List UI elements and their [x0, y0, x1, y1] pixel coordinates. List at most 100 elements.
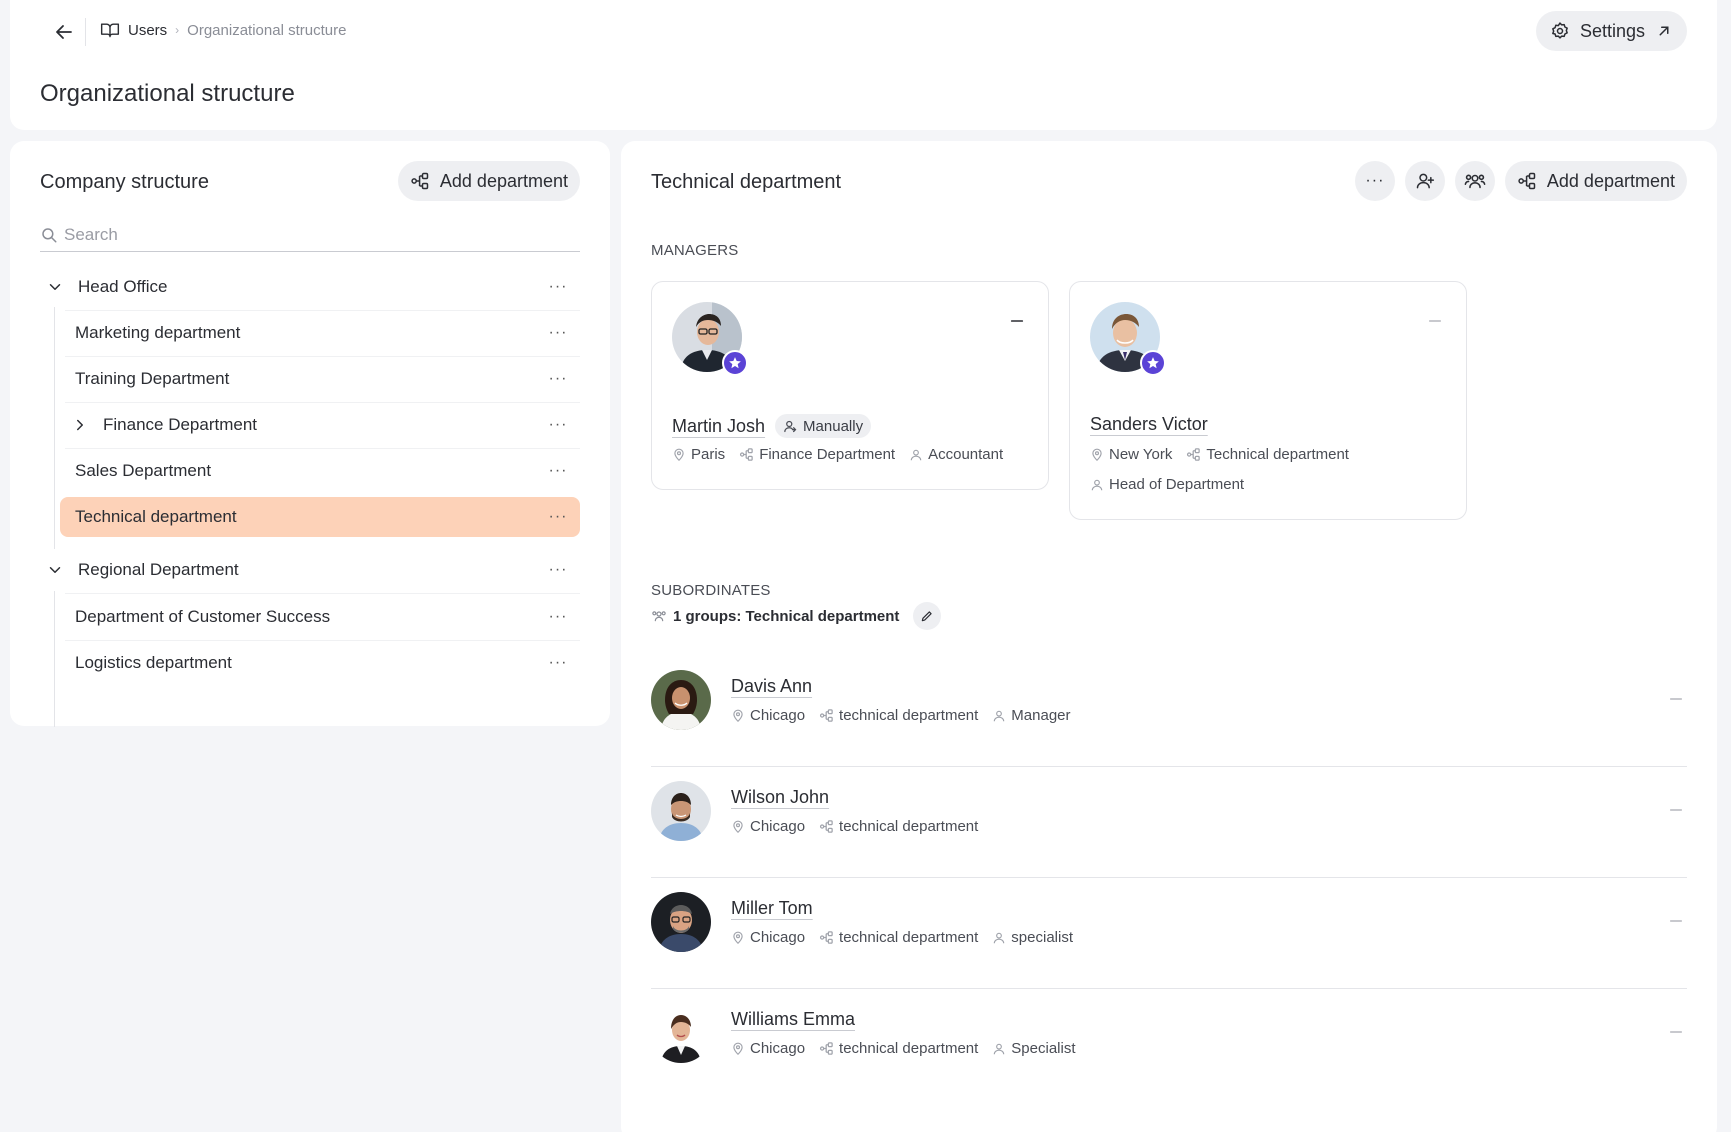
tree-item-label: Finance Department	[103, 415, 258, 434]
add-user-button[interactable]	[1404, 161, 1445, 201]
remove-subordinate-button[interactable]	[1665, 1021, 1687, 1043]
managers-label: MANAGERS	[651, 242, 739, 259]
subordinate-row: Williams Emma Chicago technical departme…	[651, 989, 1687, 1089]
location-pin-icon	[731, 1042, 745, 1056]
remove-subordinate-button[interactable]	[1665, 688, 1687, 710]
tree-item-label: Marketing department	[75, 323, 241, 342]
external-arrow-icon	[1655, 22, 1673, 40]
avatar[interactable]	[672, 302, 748, 376]
user-icon	[1090, 478, 1104, 492]
subordinate-row: Miller Tom Chicago technical department …	[651, 878, 1687, 989]
avatar[interactable]	[651, 1003, 711, 1063]
hierarchy-icon	[739, 447, 754, 462]
location-pin-icon	[1090, 448, 1104, 462]
page-header: Users › Organizational structure Organiz…	[10, 0, 1717, 130]
department: technical department	[819, 929, 978, 946]
subordinate-name[interactable]: Miller Tom	[731, 898, 1073, 919]
subordinate-name[interactable]: Wilson John	[731, 787, 978, 808]
more-icon[interactable]: ···	[546, 370, 570, 388]
user-icon	[992, 709, 1006, 723]
manager-meta: Paris Finance Department Accountant	[672, 446, 1003, 463]
avatar[interactable]	[651, 781, 711, 841]
user-icon	[992, 931, 1006, 945]
manager-name-row: Martin Josh Manually	[672, 414, 872, 438]
add-user-icon	[1415, 171, 1435, 191]
department: Finance Department	[739, 446, 895, 463]
hierarchy-icon	[1186, 447, 1201, 462]
tree-item-training[interactable]: Training Department ···	[65, 359, 580, 399]
more-options-button[interactable]: ···	[1354, 161, 1395, 201]
tree-item-customer-success[interactable]: Department of Customer Success ···	[65, 597, 580, 637]
hierarchy-icon	[819, 930, 834, 945]
location: New York	[1090, 446, 1172, 463]
chevron-down-icon[interactable]	[44, 276, 66, 298]
remove-manager-button[interactable]	[1006, 310, 1028, 332]
add-group-button[interactable]	[1454, 161, 1495, 201]
department: technical department	[819, 1040, 978, 1057]
role: specialist	[992, 929, 1073, 946]
tree-item-sales[interactable]: Sales Department ···	[65, 451, 580, 491]
tree-item-finance[interactable]: Finance Department ···	[65, 405, 580, 445]
more-icon[interactable]: ···	[546, 278, 570, 296]
settings-button[interactable]: Settings	[1535, 11, 1687, 51]
chevron-down-icon[interactable]	[44, 559, 66, 581]
more-icon[interactable]: ···	[546, 508, 570, 526]
tree-item-marketing[interactable]: Marketing department ···	[65, 313, 580, 353]
remove-manager-button[interactable]	[1424, 310, 1446, 332]
more-icon[interactable]: ···	[546, 416, 570, 434]
subordinate-info: Wilson John Chicago technical department	[731, 787, 978, 835]
city: Chicago	[750, 1040, 806, 1057]
manager-name[interactable]: Martin Josh	[672, 416, 765, 437]
location-pin-icon	[672, 448, 686, 462]
back-arrow-icon[interactable]	[52, 20, 76, 44]
avatar[interactable]	[651, 892, 711, 952]
groups-summary: 1 groups: Technical department	[651, 602, 942, 630]
tree-item-technical[interactable]: Technical department ···	[60, 497, 580, 537]
row-separator	[65, 640, 580, 641]
tree-item-head-office[interactable]: Head Office ···	[40, 267, 580, 307]
avatar[interactable]	[1090, 302, 1166, 376]
department-name: technical department	[839, 1040, 979, 1057]
more-icon[interactable]: ···	[546, 462, 570, 480]
avatar[interactable]	[651, 670, 711, 730]
manager-name[interactable]: Sanders Victor	[1090, 414, 1208, 434]
remove-subordinate-button[interactable]	[1665, 910, 1687, 932]
tree-item-regional[interactable]: Regional Department ···	[40, 550, 580, 590]
tree-item-logistics[interactable]: Logistics department ···	[65, 643, 580, 683]
user-sync-icon	[783, 419, 798, 434]
chevron-right-icon[interactable]	[69, 414, 91, 436]
location-pin-icon	[731, 931, 745, 945]
city: Chicago	[750, 707, 806, 724]
more-icon[interactable]: ···	[546, 608, 570, 626]
breadcrumb-separator: ›	[175, 23, 180, 37]
manually-tag: Manually	[775, 414, 872, 438]
remove-subordinate-button[interactable]	[1665, 799, 1687, 821]
hierarchy-icon	[819, 1041, 834, 1056]
breadcrumb-users[interactable]: Users	[128, 22, 167, 39]
pencil-icon	[920, 609, 934, 623]
subordinate-meta: Chicago technical department specialist	[731, 929, 1073, 946]
department-title: Technical department	[651, 171, 842, 193]
star-badge-icon	[1140, 350, 1166, 376]
location: Chicago	[731, 1040, 805, 1057]
row-separator	[65, 448, 580, 449]
row-separator	[65, 356, 580, 357]
search-input[interactable]	[64, 225, 564, 245]
role-name: Head of Department	[1109, 476, 1245, 493]
more-icon[interactable]: ···	[546, 654, 570, 672]
role-name: Accountant	[928, 446, 1004, 463]
more-icon[interactable]: ···	[546, 561, 570, 579]
location: Chicago	[731, 818, 805, 835]
add-department-button[interactable]: Add department	[397, 161, 580, 201]
location-pin-icon	[731, 709, 745, 723]
department-detail-panel: Technical department ··· Add department …	[621, 141, 1717, 1132]
header-divider	[85, 18, 86, 46]
subordinate-info: Davis Ann Chicago technical department M…	[731, 676, 1071, 724]
edit-groups-button[interactable]	[913, 602, 942, 630]
tree-item-label: Regional Department	[78, 560, 239, 579]
subordinate-meta: Chicago technical department Specialist	[731, 1040, 1076, 1057]
add-department-button[interactable]: Add department	[1504, 161, 1687, 201]
subordinate-name[interactable]: Davis Ann	[731, 676, 1071, 697]
subordinate-name[interactable]: Williams Emma	[731, 1009, 1076, 1030]
more-icon[interactable]: ···	[546, 324, 570, 342]
